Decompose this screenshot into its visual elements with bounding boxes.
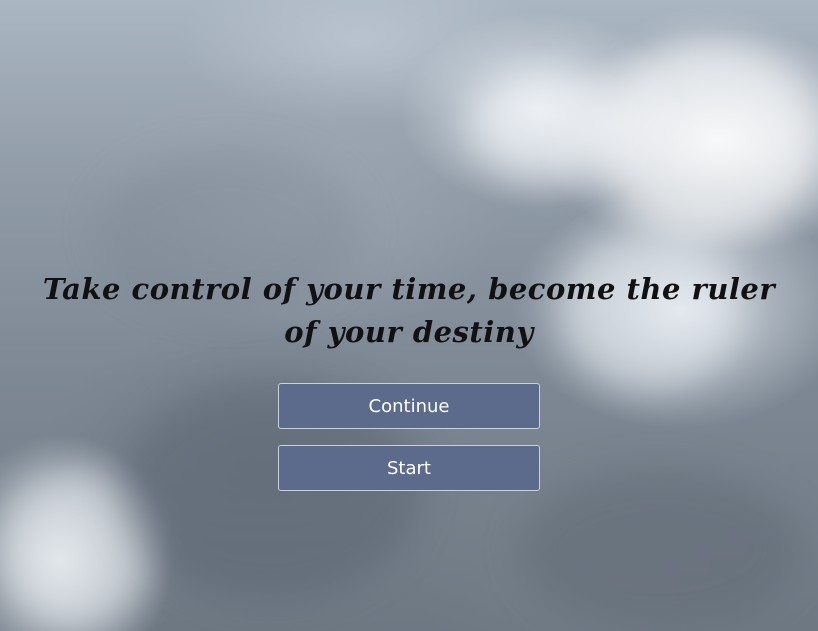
- cloud-highlight: [470, 70, 620, 180]
- continue-button[interactable]: Continue: [278, 383, 540, 429]
- headline: Take control of your time, become the ru…: [42, 272, 776, 349]
- cloud-shadow: [520, 470, 800, 630]
- start-button[interactable]: Start: [278, 445, 540, 491]
- cloud-highlight: [600, 40, 818, 240]
